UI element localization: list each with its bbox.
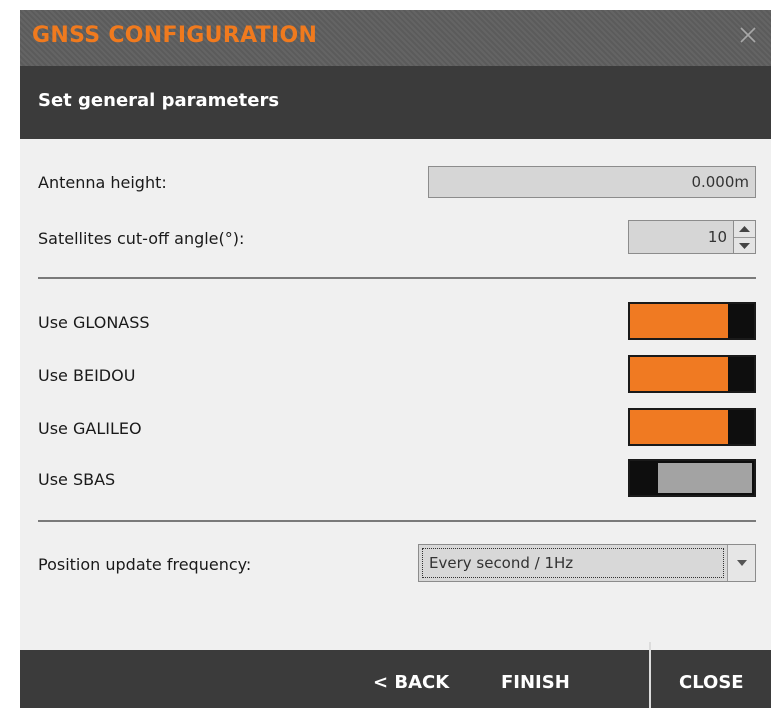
stepper-buttons (734, 220, 756, 254)
divider (38, 520, 756, 522)
toggle-knob (728, 357, 754, 391)
antenna-height-input[interactable]: 0.000m (428, 166, 756, 198)
toggle-knob (728, 304, 754, 338)
title-bar: GNSS CONFIGURATION (20, 10, 771, 66)
toggle-track (658, 463, 752, 493)
galileo-label: Use GALILEO (38, 419, 142, 438)
back-button[interactable]: < BACK (373, 672, 449, 693)
increment-icon[interactable] (734, 221, 755, 238)
section-header: Set general parameters (20, 66, 771, 139)
window-title: GNSS CONFIGURATION (32, 23, 318, 48)
divider (38, 277, 756, 279)
decrement-icon[interactable] (734, 238, 755, 254)
cutoff-angle-label: Satellites cut-off angle(°): (38, 229, 245, 248)
toggle-track (630, 357, 728, 391)
sbas-toggle[interactable] (628, 459, 756, 497)
glonass-toggle[interactable] (628, 302, 756, 340)
cutoff-angle-stepper[interactable]: 10 (628, 220, 756, 254)
gnss-configuration-dialog: GNSS CONFIGURATION Set general parameter… (20, 10, 771, 708)
toggle-knob (728, 410, 754, 444)
finish-button[interactable]: FINISH (501, 672, 570, 693)
footer-separator (649, 642, 651, 708)
galileo-toggle[interactable] (628, 408, 756, 446)
beidou-label: Use BEIDOU (38, 366, 136, 385)
sbas-label: Use SBAS (38, 470, 116, 489)
cutoff-angle-value[interactable]: 10 (628, 220, 734, 254)
glonass-label: Use GLONASS (38, 313, 150, 332)
chevron-down-icon[interactable] (727, 545, 755, 581)
toggle-knob (630, 461, 656, 495)
section-title: Set general parameters (38, 90, 280, 111)
footer-bar: < BACK FINISH CLOSE (20, 642, 771, 708)
update-frequency-label: Position update frequency: (38, 555, 252, 574)
close-icon[interactable] (737, 24, 759, 46)
close-button[interactable]: CLOSE (679, 672, 744, 693)
update-frequency-value: Every second / 1Hz (422, 548, 724, 578)
toggle-track (630, 304, 728, 338)
update-frequency-select[interactable]: Every second / 1Hz (418, 544, 756, 582)
antenna-height-label: Antenna height: (38, 173, 167, 192)
beidou-toggle[interactable] (628, 355, 756, 393)
toggle-track (630, 410, 728, 444)
